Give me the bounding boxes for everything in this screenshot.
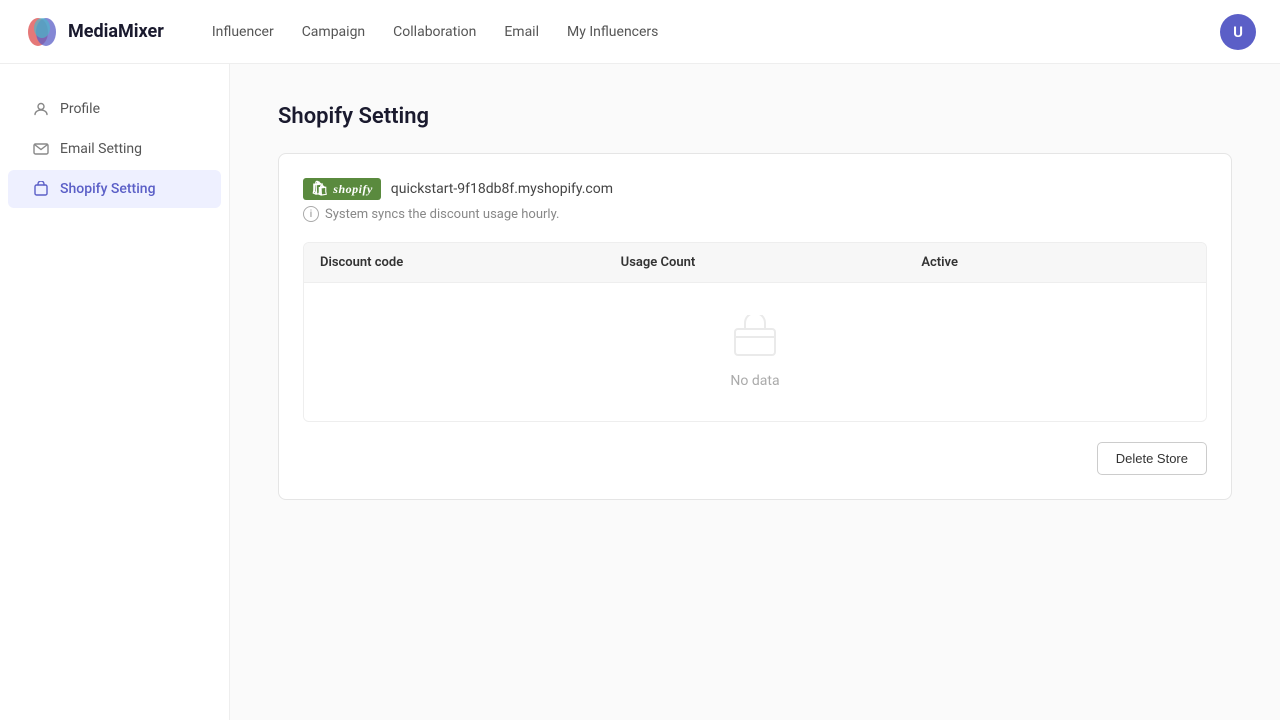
table-header: Discount code Usage Count Active xyxy=(304,243,1206,283)
logo-text: MediaMixer xyxy=(68,21,164,42)
main-layout: Profile Email Setting Shopify Setting Sh… xyxy=(0,64,1280,720)
shopify-card: 🛍shopify quickstart-9f18db8f.myshopify.c… xyxy=(278,153,1232,500)
store-name-row: 🛍shopify quickstart-9f18db8f.myshopify.c… xyxy=(303,178,613,200)
store-header: 🛍shopify quickstart-9f18db8f.myshopify.c… xyxy=(303,178,1207,222)
page-title: Shopify Setting xyxy=(278,104,1232,129)
table-body: No data xyxy=(304,283,1206,421)
logo-area[interactable]: MediaMixer xyxy=(24,14,164,50)
top-navigation: MediaMixer Influencer Campaign Collabora… xyxy=(0,0,1280,64)
shopify-setting-icon xyxy=(32,180,50,198)
discount-table: Discount code Usage Count Active No data xyxy=(303,242,1207,422)
nav-campaign[interactable]: Campaign xyxy=(302,20,365,44)
email-setting-icon xyxy=(32,140,50,158)
card-footer: Delete Store xyxy=(303,442,1207,475)
no-data-icon xyxy=(731,315,779,363)
profile-icon xyxy=(32,100,50,118)
nav-my-influencers[interactable]: My Influencers xyxy=(567,20,658,44)
user-avatar[interactable]: U xyxy=(1220,14,1256,50)
info-icon: i xyxy=(303,206,319,222)
table-col-active: Active xyxy=(905,243,1206,282)
nav-collaboration[interactable]: Collaboration xyxy=(393,20,476,44)
shopify-badge: 🛍shopify xyxy=(303,178,381,200)
nav-influencer[interactable]: Influencer xyxy=(212,20,274,44)
store-url: quickstart-9f18db8f.myshopify.com xyxy=(391,181,613,197)
sidebar-item-profile[interactable]: Profile xyxy=(8,90,221,128)
table-col-discount-code: Discount code xyxy=(304,243,605,282)
no-data-text: No data xyxy=(730,373,779,389)
sync-note: i System syncs the discount usage hourly… xyxy=(303,206,559,222)
sidebar-item-email-setting[interactable]: Email Setting xyxy=(8,130,221,168)
sidebar-label-email-setting: Email Setting xyxy=(60,141,142,157)
sidebar: Profile Email Setting Shopify Setting xyxy=(0,64,230,720)
delete-store-button[interactable]: Delete Store xyxy=(1097,442,1207,475)
sidebar-label-profile: Profile xyxy=(60,101,100,117)
nav-email[interactable]: Email xyxy=(504,20,539,44)
logo-icon xyxy=(24,14,60,50)
shopify-logo-label: 🛍shopify xyxy=(303,178,381,200)
main-content: Shopify Setting 🛍shopify quickstart-9f18… xyxy=(230,64,1280,720)
sync-note-text: System syncs the discount usage hourly. xyxy=(325,207,559,222)
sidebar-item-shopify-setting[interactable]: Shopify Setting xyxy=(8,170,221,208)
nav-links: Influencer Campaign Collaboration Email … xyxy=(212,20,1188,44)
table-col-usage-count: Usage Count xyxy=(605,243,906,282)
sidebar-label-shopify-setting: Shopify Setting xyxy=(60,181,156,197)
